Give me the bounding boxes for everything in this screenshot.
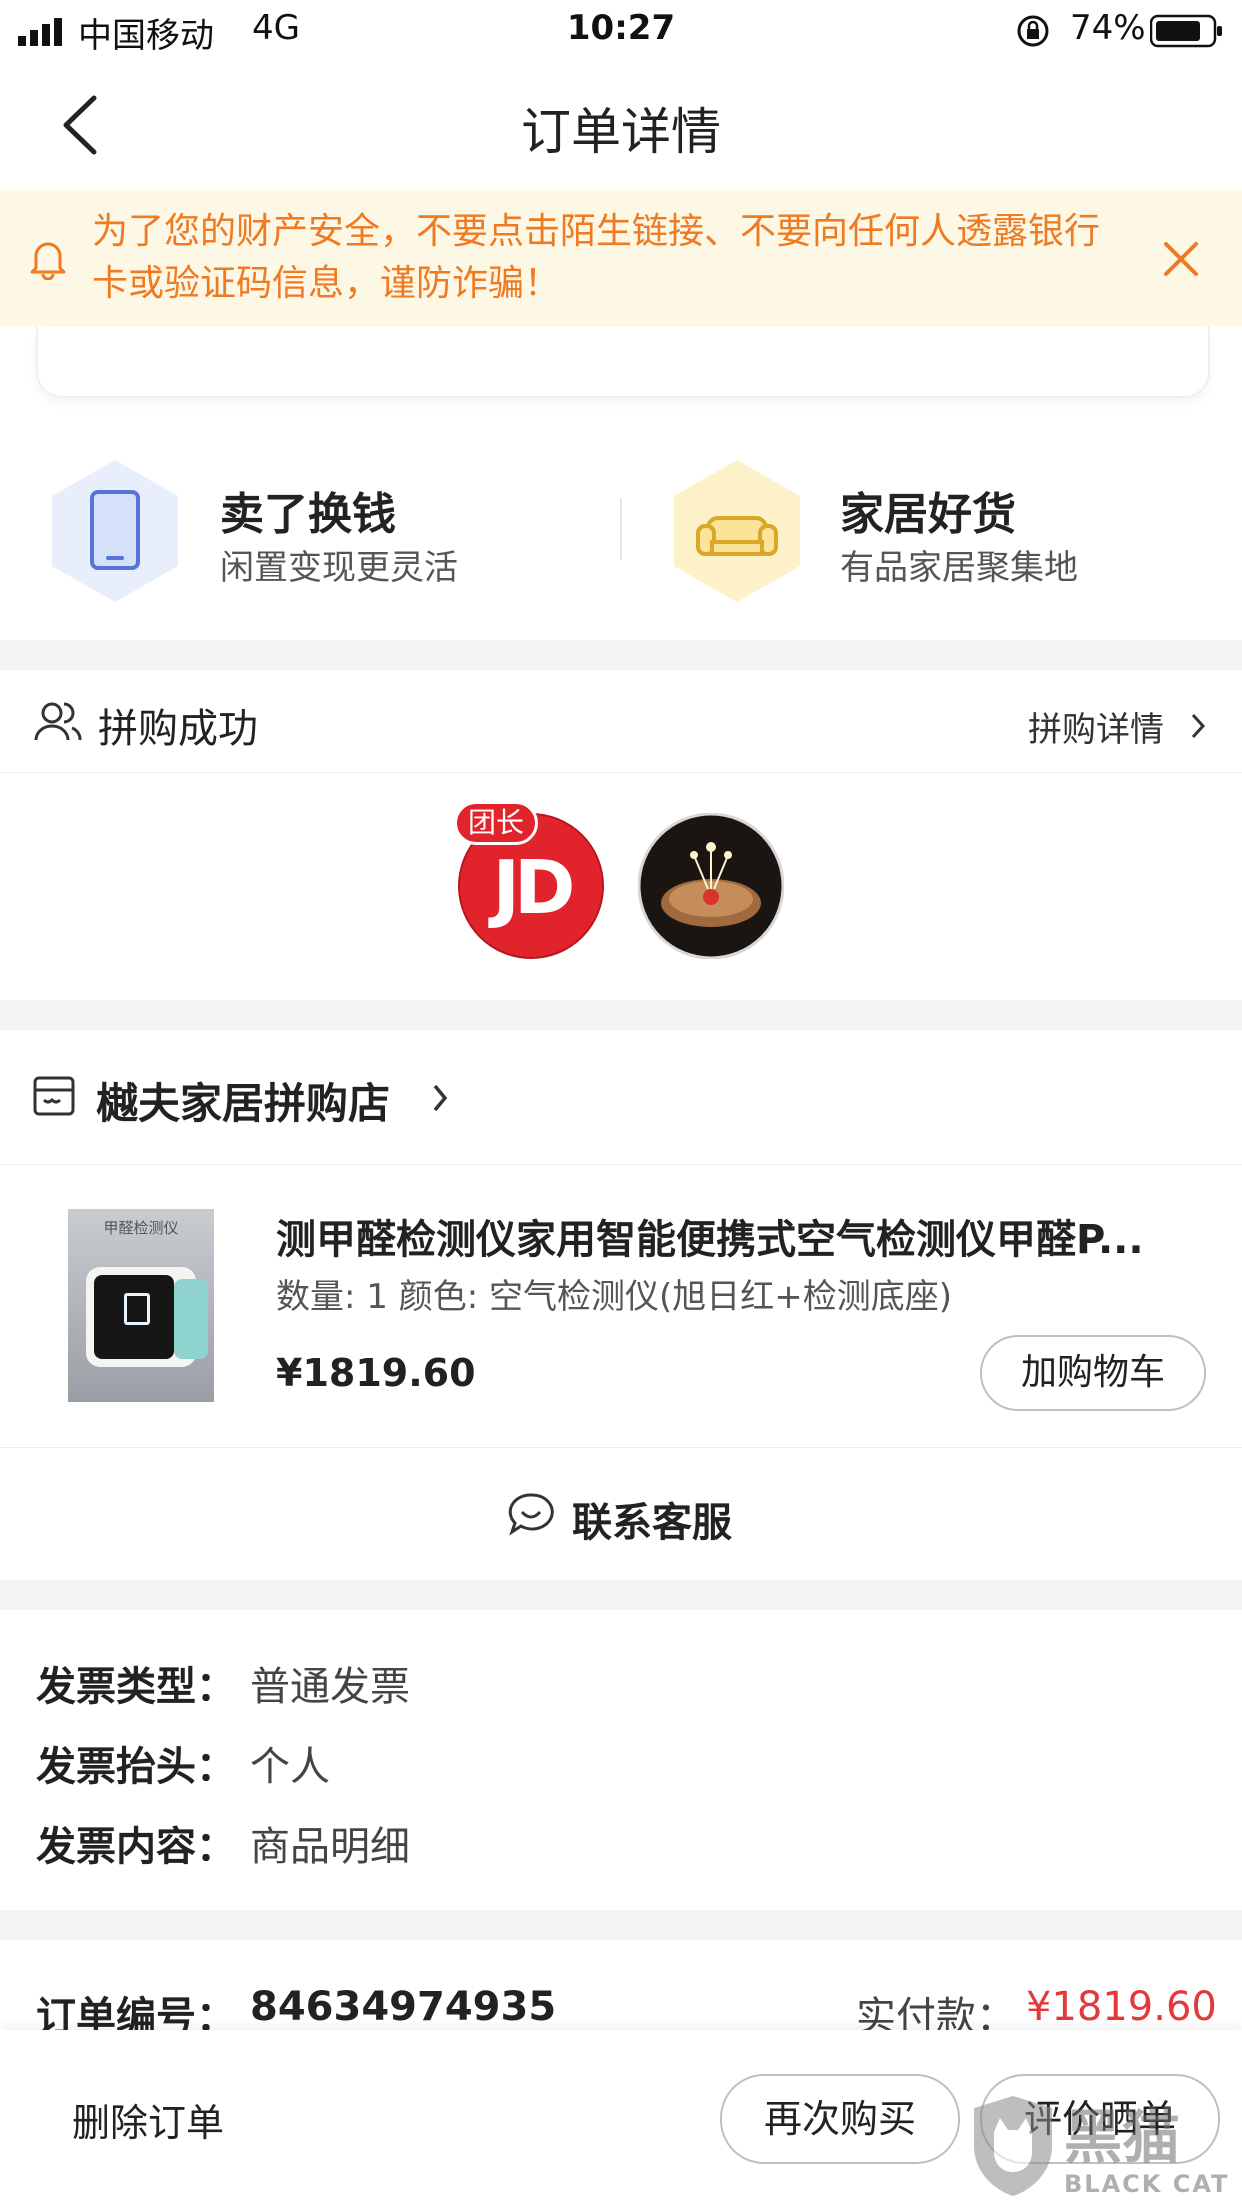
security-notice: 为了您的财产安全，不要点击陌生链接、不要向任何人透露银行卡或验证码信息，谨防诈骗… (0, 190, 1242, 326)
invoice-content-label: 发票内容： (36, 1824, 236, 1870)
promo-home[interactable]: 家居好货 有品家居聚集地 (622, 440, 1242, 620)
order-summary: 订单编号： 84634974935 实付款： ¥1819.60 (0, 1940, 1242, 2040)
chevron-right-icon (433, 1084, 448, 1112)
shop-header[interactable]: 樾夫家居拼购店 (0, 1030, 1242, 1164)
section-gap (0, 1910, 1242, 1940)
invoice-type-label: 发票类型： (36, 1664, 236, 1710)
section-gap (0, 1000, 1242, 1030)
promo-home-subtitle: 有品家居聚集地 (840, 548, 1078, 588)
product-image: 甲醛检测仪 (68, 1209, 214, 1402)
section-gap (0, 1580, 1242, 1610)
avatar-member[interactable] (637, 812, 785, 960)
collapsed-card (36, 326, 1210, 398)
product-price: ¥1819.60 (276, 1351, 476, 1395)
clock: 10:27 (566, 8, 676, 48)
group-status: 拼购成功 (98, 706, 258, 752)
leader-badge: 团长 (454, 801, 538, 845)
group-detail-label: 拼购详情 (1028, 710, 1164, 750)
nav-bar: 订单详情 (0, 62, 1242, 190)
tablet-icon (50, 460, 180, 602)
close-icon[interactable] (1162, 240, 1200, 278)
page-title: 订单详情 (521, 103, 721, 161)
promo-sell[interactable]: 卖了换钱 闲置变现更灵活 (0, 440, 620, 620)
bell-icon (28, 236, 68, 281)
invoice-head-value: 个人 (250, 1744, 330, 1790)
invoice-type-value: 普通发票 (250, 1664, 410, 1710)
contact-service-label: 联系客服 (572, 1500, 732, 1546)
product-image-caption: 甲醛检测仪 (103, 1219, 179, 1237)
order-number: 84634974935 (250, 1984, 557, 2030)
invoice-head-label: 发票抬头： (36, 1744, 236, 1790)
section-gap (0, 640, 1242, 670)
chat-icon (508, 1492, 554, 1536)
blackcat-watermark: 黑猫 BLACK CAT (970, 2090, 1240, 2208)
group-members: JD 团长 (0, 773, 1242, 999)
status-bar: 中国移动 4G 10:27 74% (0, 0, 1242, 62)
battery-percent: 74% (1070, 8, 1146, 48)
group-detail-link[interactable]: 拼购详情 (1020, 698, 1220, 750)
shop-name: 樾夫家居拼购店 (96, 1079, 391, 1128)
battery-icon (1149, 14, 1224, 48)
group-header: 拼购成功 拼购详情 (0, 670, 1242, 772)
product-item[interactable]: 甲醛检测仪 测甲醛检测仪家用智能便携式空气检测仪甲醛P... 数量: 1 颜色:… (0, 1165, 1242, 1447)
invoice-content-value: 商品明细 (250, 1824, 410, 1870)
paid-amount: ¥1819.60 (1026, 1984, 1217, 2030)
rebuy-button[interactable]: 再次购买 (720, 2074, 960, 2164)
sofa-icon (672, 460, 802, 602)
contact-service-button[interactable]: 联系客服 (0, 1448, 1242, 1578)
jd-logo: JD (492, 845, 576, 931)
invoice-section: 发票类型： 普通发票 发票抬头： 个人 发票内容： 商品明细 (0, 1610, 1242, 1910)
leader-badge-text: 团长 (467, 806, 524, 839)
product-specs: 数量: 1 颜色: 空气检测仪(旭日红+检测底座) (276, 1277, 952, 1317)
store-icon (32, 1074, 76, 1118)
watermark-brand-en: BLACK CAT (1064, 2170, 1230, 2198)
cat-shield-icon (974, 2096, 1052, 2196)
users-icon (34, 700, 82, 742)
rotation-lock-icon (1016, 14, 1050, 48)
promo-sell-title: 卖了换钱 (220, 489, 396, 540)
watermark-brand: 黑猫 (1064, 2103, 1181, 2171)
delete-order-button[interactable]: 删除订单 (72, 2092, 224, 2147)
promo-sell-subtitle: 闲置变现更灵活 (220, 548, 458, 588)
add-to-cart-button[interactable]: 加购物车 (980, 1335, 1206, 1411)
product-title: 测甲醛检测仪家用智能便携式空气检测仪甲醛P... (276, 1217, 1144, 1263)
promo-home-title: 家居好货 (840, 489, 1016, 540)
notice-text: 为了您的财产安全，不要点击陌生链接、不要向任何人透露银行卡或验证码信息，谨防诈骗… (92, 211, 1101, 304)
chevron-right-icon (1191, 713, 1206, 739)
